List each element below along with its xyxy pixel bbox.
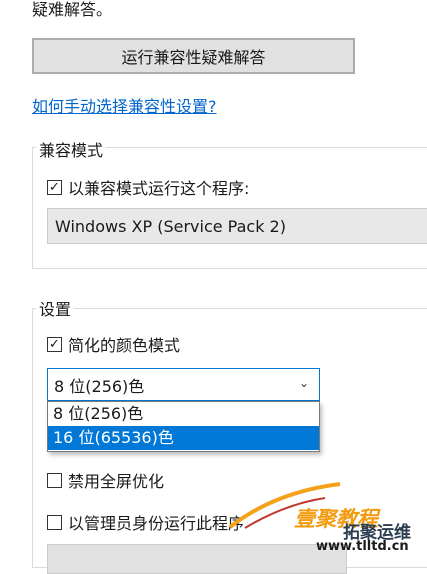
disable-fullscreen-opt-checkbox[interactable] <box>47 472 62 488</box>
manual-compat-settings-link[interactable]: 如何手动选择兼容性设置? <box>32 93 217 117</box>
compat-mode-group-label: 兼容模式 <box>36 137 107 161</box>
compat-mode-checkbox-row[interactable]: ✓ 以兼容模式运行这个程序: <box>47 175 249 199</box>
disable-fullscreen-opt-row[interactable]: 禁用全屏优化 <box>47 468 164 492</box>
change-dpi-settings-button[interactable] <box>47 544 347 574</box>
watermark-url: www.tlltd.cn <box>316 539 409 554</box>
os-version-select-value: Windows XP (Service Pack 2) <box>55 216 286 236</box>
compat-mode-checkbox-label: 以兼容模式运行这个程序: <box>68 179 250 198</box>
run-as-admin-row[interactable]: 以管理员身份运行此程序 <box>47 510 244 534</box>
settings-group-label: 设置 <box>36 296 75 320</box>
color-depth-option-16bit[interactable]: 16 位(65536)色 <box>48 426 319 450</box>
run-as-admin-checkbox[interactable] <box>47 514 62 530</box>
intro-text: 疑难解答。 <box>32 0 113 19</box>
run-compatibility-troubleshooter-button[interactable]: 运行兼容性疑难解答 <box>32 38 355 74</box>
color-depth-select[interactable]: 8 位(256)色 ⌄ <box>47 368 320 401</box>
run-as-admin-label: 以管理员身份运行此程序 <box>68 514 245 533</box>
reduced-color-checkbox[interactable]: ✓ <box>47 336 62 352</box>
color-depth-select-value: 8 位(256)色 <box>54 376 145 396</box>
reduced-color-checkbox-label: 简化的颜色模式 <box>68 336 181 355</box>
disable-fullscreen-opt-label: 禁用全屏优化 <box>68 472 165 491</box>
compat-mode-checkbox[interactable]: ✓ <box>47 179 62 195</box>
reduced-color-checkbox-row[interactable]: ✓ 简化的颜色模式 <box>47 332 180 356</box>
chevron-down-icon[interactable]: ⌄ <box>299 376 309 390</box>
color-depth-option-8bit[interactable]: 8 位(256)色 <box>48 402 319 426</box>
os-version-select[interactable]: Windows XP (Service Pack 2) <box>47 208 427 244</box>
color-depth-dropdown-list: 8 位(256)色 16 位(65536)色 <box>47 401 320 452</box>
